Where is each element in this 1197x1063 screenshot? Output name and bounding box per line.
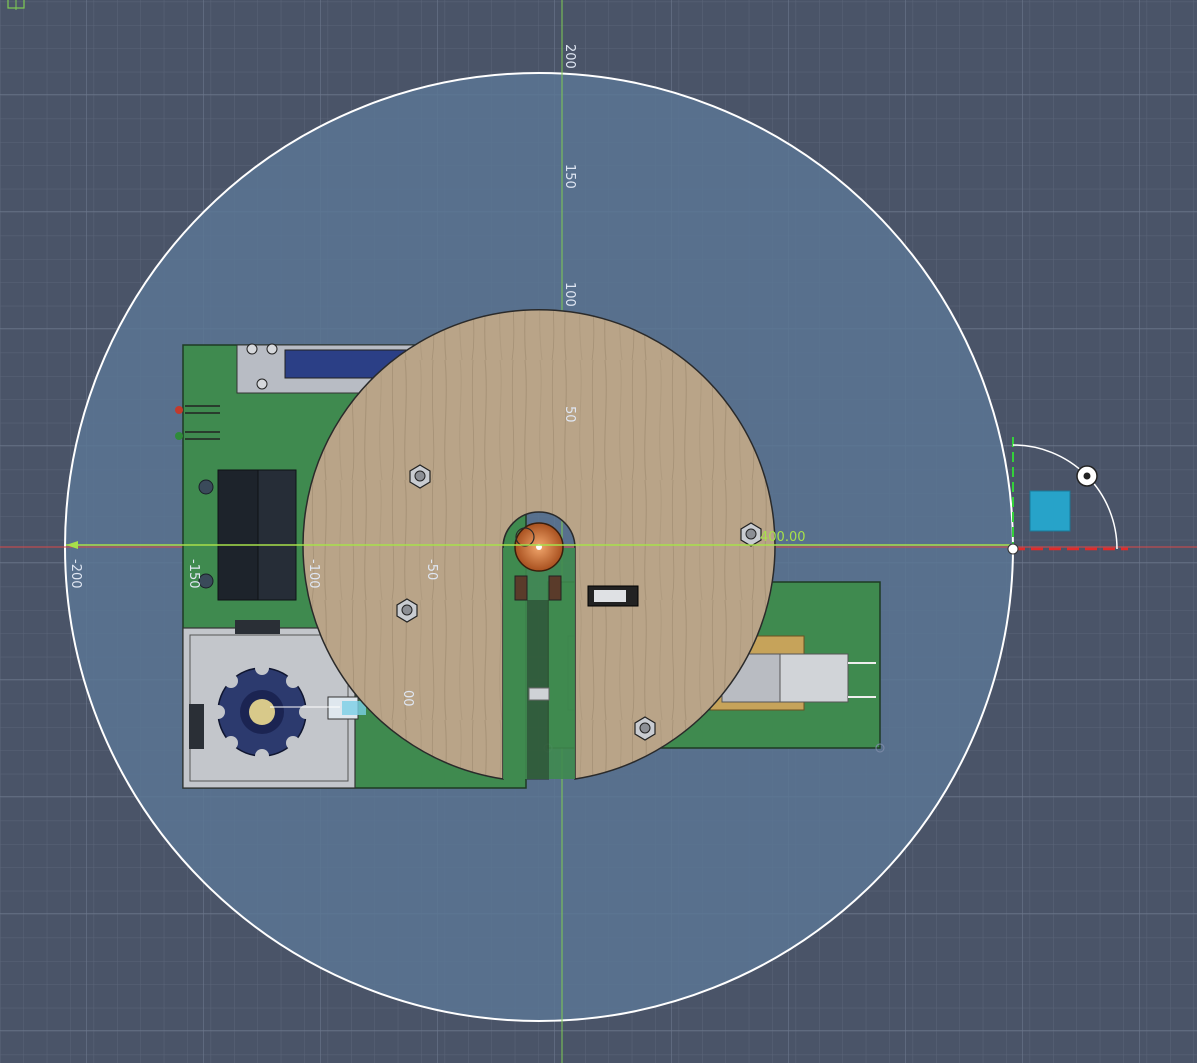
cad-viewport[interactable]: 400.00 -200 -150 -100 -50 200 150 100 50…: [0, 0, 1197, 1063]
gear-icon: [211, 661, 313, 763]
view-cube-icon[interactable]: [1029, 490, 1071, 532]
rotate-handle-icon[interactable]: [1076, 465, 1098, 487]
dimension-label[interactable]: 400.00: [760, 530, 806, 545]
y-tick-label: 50: [562, 406, 577, 423]
y-tick-label: 100: [562, 282, 577, 307]
x-tick-label: -50: [424, 559, 439, 580]
y-tick-label: 150: [562, 164, 577, 189]
x-tick-label: -200: [68, 559, 83, 589]
partial-label: 00: [400, 690, 415, 707]
x-tick-label: -100: [306, 559, 321, 589]
pivot-point[interactable]: [1007, 543, 1019, 555]
x-tick-label: -150: [186, 559, 201, 589]
y-tick-label: 200: [562, 44, 577, 69]
